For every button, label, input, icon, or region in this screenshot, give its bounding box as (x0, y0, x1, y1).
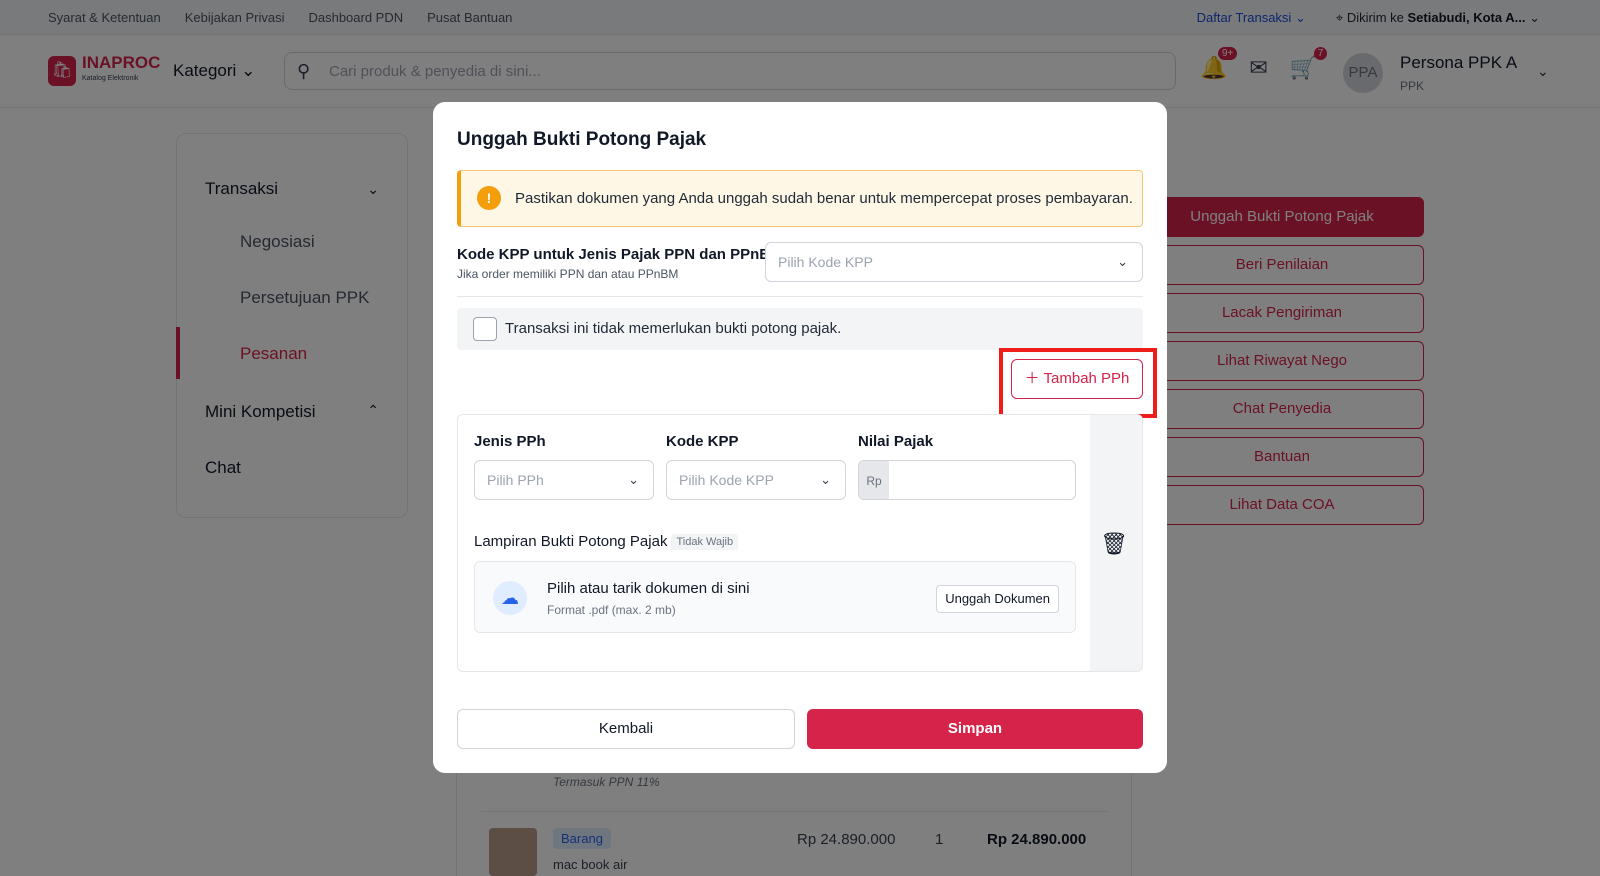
modal-title: Unggah Bukti Potong Pajak (457, 129, 707, 150)
optional-badge: Tidak Wajib (671, 534, 739, 551)
alert-text: Pastikan dokumen yang Anda unggah sudah … (515, 190, 1133, 207)
trash-icon[interactable]: 🗑 (1100, 531, 1128, 557)
plus-icon: ＋ (1024, 370, 1040, 387)
save-button[interactable]: Simpan (807, 709, 1143, 749)
chevron-down-icon: ⌄ (628, 472, 639, 487)
dropzone-format: Format .pdf (max. 2 mb) (547, 603, 676, 617)
tax-value-label: Nilai Pajak (858, 433, 934, 450)
dropzone-title: Pilih atau tarik dokumen di sini (547, 580, 750, 597)
kpp-code-label: Kode KPP (666, 433, 739, 450)
kpp-ppn-helper: Jika order memiliki PPN dan atau PPnBM (457, 267, 679, 281)
cloud-upload-icon: ☁ (493, 581, 527, 615)
upload-tax-proof-modal: Unggah Bukti Potong Pajak ! Pastikan dok… (433, 102, 1167, 773)
no-tax-proof-row: Transaksi ini tidak memerlukan bukti pot… (457, 308, 1143, 350)
no-tax-proof-checkbox[interactable] (473, 317, 497, 341)
no-tax-proof-label: Transaksi ini tidak memerlukan bukti pot… (505, 320, 842, 337)
currency-prefix: Rp (859, 461, 889, 499)
file-dropzone[interactable]: ☁ Pilih atau tarik dokumen di sini Forma… (474, 561, 1076, 633)
pph-type-label: Jenis PPh (474, 433, 546, 450)
chevron-down-icon: ⌄ (820, 472, 831, 487)
warning-icon: ! (477, 186, 501, 210)
tax-value-input[interactable]: Rp (858, 460, 1076, 500)
pph-entry-card: Jenis PPh Pilih PPh ⌄ Kode KPP Pilih Kod… (457, 414, 1143, 672)
kpp-code-select[interactable]: Pilih Kode KPP ⌄ (666, 460, 846, 500)
warning-alert: ! Pastikan dokumen yang Anda unggah suda… (457, 170, 1143, 227)
add-pph-button[interactable]: ＋ Tambah PPh (1011, 359, 1143, 399)
divider (457, 296, 1143, 297)
upload-document-button[interactable]: Unggah Dokumen (936, 585, 1059, 613)
kpp-ppn-select[interactable]: Pilih Kode KPP ⌄ (765, 242, 1143, 282)
kpp-ppn-label: Kode KPP untuk Jenis Pajak PPN dan PPnBM (457, 246, 783, 263)
back-button[interactable]: Kembali (457, 709, 795, 749)
attachment-label: Lampiran Bukti Potong Pajak Tidak Wajib (474, 533, 739, 551)
chevron-down-icon: ⌄ (1117, 254, 1128, 269)
pph-type-select[interactable]: Pilih PPh ⌄ (474, 460, 654, 500)
